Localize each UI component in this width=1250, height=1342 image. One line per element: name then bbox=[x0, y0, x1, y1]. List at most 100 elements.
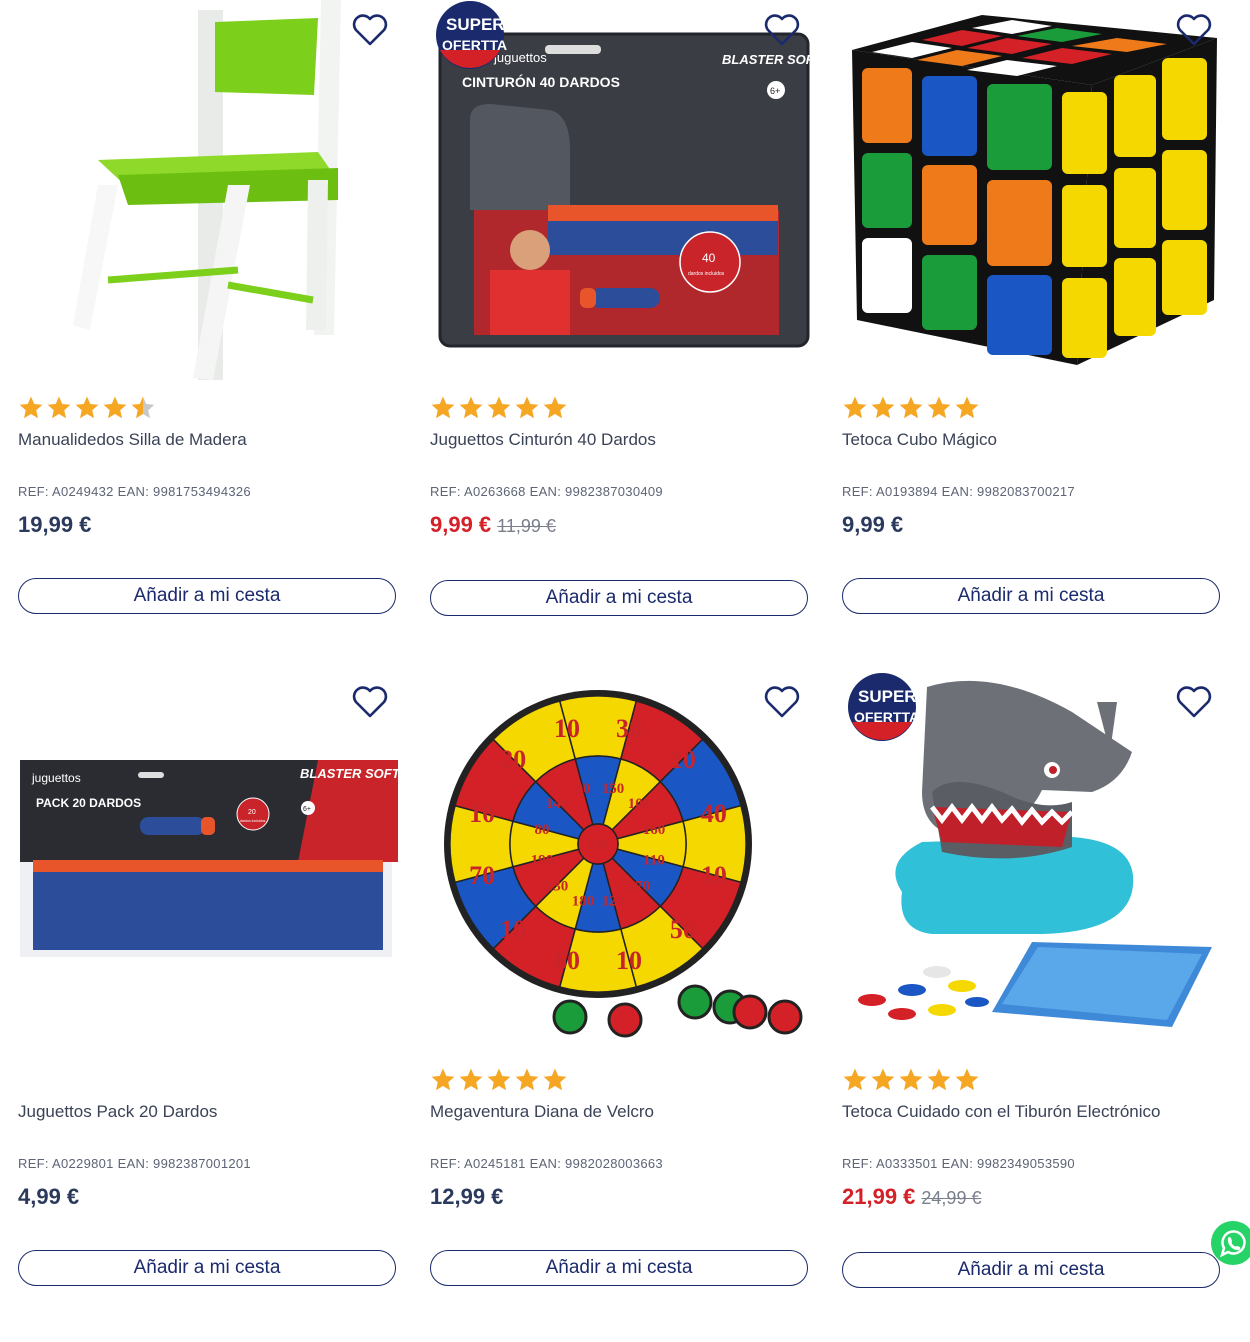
star-icon bbox=[843, 396, 867, 419]
favorite-heart-icon[interactable] bbox=[350, 10, 390, 50]
dartboard-score: 120 bbox=[602, 893, 625, 909]
dartboard-score: 40 bbox=[701, 799, 727, 828]
add-to-cart-button[interactable]: Añadir a mi cesta bbox=[842, 578, 1220, 614]
favorite-heart-icon[interactable] bbox=[350, 682, 390, 722]
add-to-cart-button[interactable]: Añadir a mi cesta bbox=[842, 1252, 1220, 1288]
dartboard-score: 10 bbox=[500, 915, 526, 944]
product-price: 9,99 € bbox=[842, 512, 903, 538]
dartboard-score: 110 bbox=[643, 852, 665, 868]
product-name[interactable]: Manualidedos Silla de Madera bbox=[18, 430, 247, 450]
dartboard-score: 130 bbox=[546, 878, 569, 894]
favorite-heart-icon[interactable] bbox=[1174, 682, 1214, 722]
rating-stars bbox=[18, 395, 156, 421]
rating-stars bbox=[842, 395, 980, 421]
dart-row bbox=[33, 860, 383, 950]
dartboard-score: 190 bbox=[531, 852, 554, 868]
current-price: 12,99 € bbox=[430, 1184, 504, 1209]
product-price: 19,99 € bbox=[18, 512, 91, 538]
product-name[interactable]: Tetoca Cuidado con el Tiburón Electrónic… bbox=[842, 1102, 1160, 1122]
badge-line1: SUPER bbox=[858, 687, 917, 706]
package-title: PACK 20 DARDOS bbox=[36, 796, 141, 810]
star-icon bbox=[487, 396, 511, 419]
star-icon bbox=[515, 396, 539, 419]
add-to-cart-button[interactable]: Añadir a mi cesta bbox=[430, 1250, 808, 1286]
favorite-heart-icon[interactable] bbox=[762, 10, 802, 50]
package-brand: juguettos bbox=[31, 771, 81, 785]
bubble-count: 40 bbox=[702, 251, 716, 265]
product-image-dartboard[interactable]: 10 30 10 40 10 50 10 60 10 70 10 20 90 150 100 160 110 17… bbox=[430, 672, 812, 1057]
product-card: Manualidedos Silla de Madera REF: A02494… bbox=[18, 0, 400, 650]
dartboard-score: 100 bbox=[628, 796, 651, 812]
velcro-ball bbox=[607, 1002, 643, 1038]
velcro-ball bbox=[552, 999, 588, 1035]
dartboard-score: 70 bbox=[469, 861, 495, 890]
cube-left-face bbox=[862, 68, 1052, 355]
favorite-heart-icon[interactable] bbox=[1174, 10, 1214, 50]
product-card: juguettos CINTURÓN 40 DARDOS BLASTER SOF… bbox=[430, 0, 823, 650]
star-icon bbox=[487, 1068, 511, 1091]
star-icon bbox=[459, 396, 483, 419]
badge-line2: OFERTTA bbox=[854, 709, 919, 725]
whatsapp-icon[interactable] bbox=[1210, 1220, 1250, 1266]
product-price: 9,99 €11,99 € bbox=[430, 512, 556, 538]
star-icon bbox=[131, 396, 155, 419]
star-icon bbox=[47, 396, 71, 419]
bubble-text: dardos incluidos bbox=[240, 819, 266, 823]
product-name[interactable]: Juguettos Cinturón 40 Dardos bbox=[430, 430, 656, 450]
product-name[interactable]: Juguettos Pack 20 Dardos bbox=[18, 1102, 217, 1122]
add-to-cart-button[interactable]: Añadir a mi cesta bbox=[430, 580, 808, 616]
dartboard-score: 30 bbox=[616, 714, 642, 743]
velcro-ball bbox=[732, 994, 768, 1030]
dartboard-score: 10 bbox=[701, 861, 727, 890]
rating-stars bbox=[842, 1067, 980, 1093]
bubble-text: dardos incluidos bbox=[688, 271, 725, 277]
dart-row bbox=[548, 205, 778, 255]
super-offer-badge: SUPER OFERTTA bbox=[430, 0, 512, 70]
dartboard-score: 10 bbox=[554, 714, 580, 743]
package-logo: BLASTER SOFT bbox=[300, 766, 400, 781]
age-badge: 6+ bbox=[303, 806, 311, 813]
rating-stars bbox=[430, 395, 568, 421]
product-card: SUPER OFERTTA Tetoca Cuidado con el Tibu… bbox=[842, 672, 1224, 1322]
age-badge: 6+ bbox=[770, 86, 780, 96]
product-image-chair[interactable] bbox=[18, 0, 400, 385]
old-price: 11,99 € bbox=[497, 516, 556, 536]
old-price: 24,99 € bbox=[921, 1188, 982, 1208]
dartboard-score: 10 bbox=[616, 946, 642, 975]
add-to-cart-button[interactable]: Añadir a mi cesta bbox=[18, 1250, 396, 1286]
product-card: juguettos PACK 20 DARDOS BLASTER SOFT 6+… bbox=[18, 672, 401, 1322]
dartboard-score: 160 bbox=[643, 822, 666, 838]
product-image-cube[interactable] bbox=[842, 0, 1224, 385]
product-name[interactable]: Megaventura Diana de Velcro bbox=[430, 1102, 654, 1122]
product-ref: REF: A0229801 EAN: 9982387001201 bbox=[18, 1156, 251, 1171]
add-to-cart-button[interactable]: Añadir a mi cesta bbox=[18, 578, 396, 614]
current-price: 9,99 € bbox=[430, 512, 492, 537]
star-icon bbox=[899, 1068, 923, 1091]
dartboard-score: 80 bbox=[534, 822, 549, 838]
velcro-ball bbox=[677, 984, 713, 1020]
star-icon bbox=[431, 396, 455, 419]
current-price: 21,99 € bbox=[842, 1184, 916, 1209]
star-icon bbox=[515, 1068, 539, 1091]
dartboard-score: 10 bbox=[670, 745, 696, 774]
favorite-heart-icon[interactable] bbox=[762, 682, 802, 722]
product-name[interactable]: Tetoca Cubo Mágico bbox=[842, 430, 997, 450]
current-price: 19,99 € bbox=[18, 512, 92, 537]
star-icon bbox=[75, 396, 99, 419]
product-image-dart-pack[interactable]: juguettos PACK 20 DARDOS BLASTER SOFT 6+… bbox=[18, 672, 401, 1057]
dartboard-score: 150 bbox=[602, 781, 625, 797]
product-price: 12,99 € bbox=[430, 1184, 503, 1210]
bubble-count: 20 bbox=[248, 809, 256, 816]
star-icon bbox=[955, 396, 979, 419]
star-icon bbox=[899, 396, 923, 419]
star-icon bbox=[543, 1068, 567, 1091]
star-icon bbox=[843, 1068, 867, 1091]
dartboard-score: 20 bbox=[500, 745, 526, 774]
star-icon bbox=[927, 1068, 951, 1091]
rating-stars bbox=[430, 1067, 568, 1093]
velcro-ball bbox=[767, 999, 803, 1035]
package-title: CINTURÓN 40 DARDOS bbox=[462, 73, 620, 90]
star-icon bbox=[871, 1068, 895, 1091]
dartboard-score: 180 bbox=[572, 893, 595, 909]
product-card: Tetoca Cubo Mágico REF: A0193894 EAN: 99… bbox=[842, 0, 1224, 650]
